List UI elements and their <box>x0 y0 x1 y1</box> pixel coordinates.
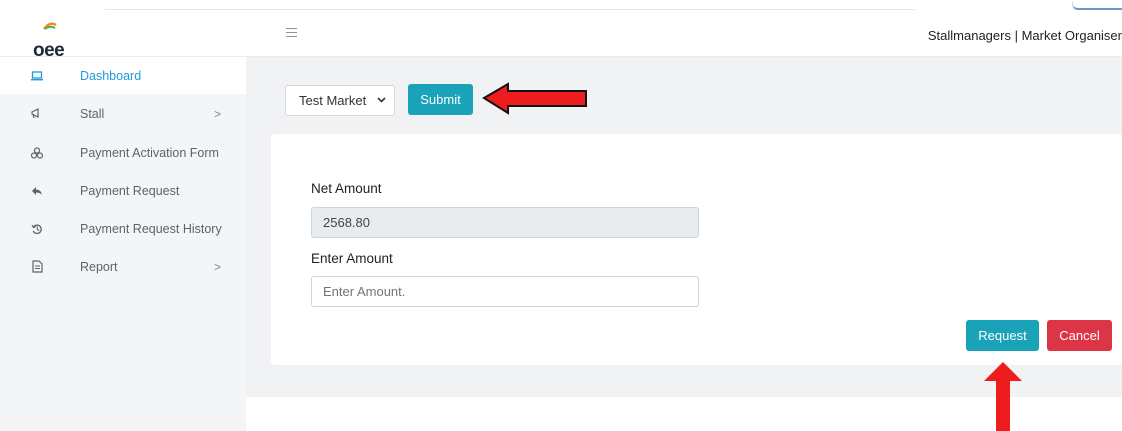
annotation-overlay <box>482 82 1022 431</box>
up-arrow-annotation <box>984 362 1022 431</box>
left-arrow-annotation <box>482 82 587 115</box>
